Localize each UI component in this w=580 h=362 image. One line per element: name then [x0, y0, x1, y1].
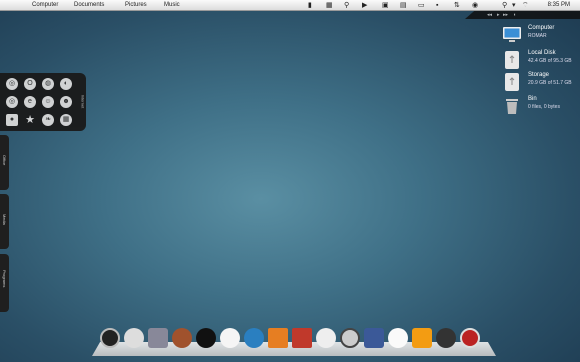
tab-media[interactable]: Media	[0, 194, 9, 249]
battery-icon[interactable]: ▮	[308, 1, 312, 10]
clock[interactable]: 8:35 PM	[548, 2, 570, 8]
play-icon[interactable]: ▸	[497, 11, 500, 19]
tab-office-label: Office	[2, 155, 7, 166]
calendar-icon[interactable]: ▦	[326, 1, 333, 10]
drive-sub: ROMAR	[528, 33, 547, 39]
grid-icon[interactable]: ▦	[60, 114, 72, 126]
wifi-icon[interactable]: ⌔	[522, 1, 529, 10]
chrome-icon[interactable]: ◎	[6, 96, 18, 108]
search-icon[interactable]: ⚲	[502, 1, 507, 10]
folder-icon[interactable]	[268, 328, 288, 348]
tab-office[interactable]: Office	[0, 135, 9, 190]
volume-icon[interactable]: ◖	[513, 11, 516, 19]
desktop-computer[interactable]: Computer ROMAR	[502, 25, 580, 45]
pokeball-icon[interactable]	[460, 328, 480, 348]
ghost-icon[interactable]	[388, 328, 408, 348]
contacts-icon[interactable]: ☻	[60, 96, 72, 108]
facebook-icon[interactable]	[364, 328, 384, 348]
search-dropdown-icon[interactable]: ▾	[512, 1, 516, 10]
globe-icon[interactable]	[244, 328, 264, 348]
tab-media-label: Media	[2, 214, 7, 225]
firefox-icon[interactable]: ◍	[42, 78, 54, 90]
sync-icon[interactable]	[124, 328, 144, 348]
network-icon[interactable]: ⇅	[454, 1, 460, 10]
usb-drive-icon	[505, 51, 519, 69]
drive-name: Bin	[528, 96, 537, 102]
ghost-icon[interactable]	[220, 328, 240, 348]
menu-documents[interactable]: Documents	[74, 2, 104, 8]
browser-icon[interactable]	[340, 328, 360, 348]
desktop-bin[interactable]: Bin 0 files, 0 bytes	[502, 96, 580, 116]
star-icon[interactable]: ★	[24, 114, 36, 126]
tab-internet-label: Internet	[80, 94, 86, 109]
drive-name: Computer	[528, 25, 555, 31]
drive-name: Local Disk	[528, 50, 556, 56]
monitor-icon	[503, 27, 521, 42]
opera-icon[interactable]: O	[24, 78, 36, 90]
desktop-storage[interactable]: Storage 20.9 GB of 51.7 GB	[502, 72, 580, 92]
system-tray: ▮ ▦ ⚲ ▶ ▣ ▤ ▭ ▪ ⇅ ◉ ⚲ ▾ ⌔	[308, 1, 558, 10]
menu-computer[interactable]: Computer	[32, 2, 58, 8]
chrome-icon[interactable]: ◎	[6, 78, 18, 90]
drive-sub: 42.4 GB of 95.3 GB	[528, 58, 572, 64]
user-icon[interactable]: ●	[6, 114, 18, 126]
cup-icon[interactable]	[292, 328, 312, 348]
camera-icon[interactable]	[436, 328, 456, 348]
drive-name: Storage	[528, 72, 550, 78]
tools-icon[interactable]	[148, 328, 168, 348]
terminal-icon[interactable]: ▪	[436, 1, 438, 10]
folder-icon[interactable]: ▭	[418, 1, 425, 10]
menu-pictures[interactable]: Pictures	[125, 2, 147, 8]
save-icon[interactable]: ▣	[382, 1, 389, 10]
leaf-icon[interactable]: ❧	[42, 114, 54, 126]
drive-sub: 20.9 GB of 51.7 GB	[528, 80, 572, 86]
rss-icon[interactable]	[412, 328, 432, 348]
ie-icon[interactable]: e	[24, 96, 36, 108]
desktop-local-disk[interactable]: Local Disk 42.4 GB of 95.3 GB	[502, 50, 580, 70]
play-icon[interactable]: ▶	[362, 1, 367, 10]
tab-programs-label: Programs	[2, 270, 7, 288]
launcher-panel: ◎ O ◍ ◐ ◎ e ☺ ☻ ● ★ ❧ ▦ Internet	[0, 73, 86, 131]
trash-bin-icon	[506, 99, 518, 114]
panda-icon[interactable]	[316, 328, 336, 348]
power-icon[interactable]	[100, 328, 120, 348]
volume-icon[interactable]: ◉	[472, 1, 478, 10]
display-icon[interactable]: ▤	[400, 1, 407, 10]
tab-internet[interactable]: Internet	[76, 73, 86, 131]
character-icon[interactable]	[172, 328, 192, 348]
tab-programs[interactable]: Programs	[0, 254, 9, 312]
messenger-icon[interactable]: ☺	[42, 96, 54, 108]
media-controls: ◂◂ ▸ ▸▸ ◖	[465, 11, 580, 19]
top-menu-bar: Computer Documents Pictures Music ▮ ▦ ⚲ …	[0, 0, 580, 11]
pin-icon[interactable]: ⚲	[344, 1, 349, 10]
browser-icon[interactable]: ◐	[60, 78, 72, 90]
menu-music[interactable]: Music	[164, 2, 180, 8]
prev-icon[interactable]: ◂◂	[487, 11, 492, 19]
drive-sub: 0 files, 0 bytes	[528, 104, 560, 110]
yinyang-icon[interactable]	[196, 328, 216, 348]
next-icon[interactable]: ▸▸	[503, 11, 508, 19]
usb-drive-icon	[505, 73, 519, 91]
